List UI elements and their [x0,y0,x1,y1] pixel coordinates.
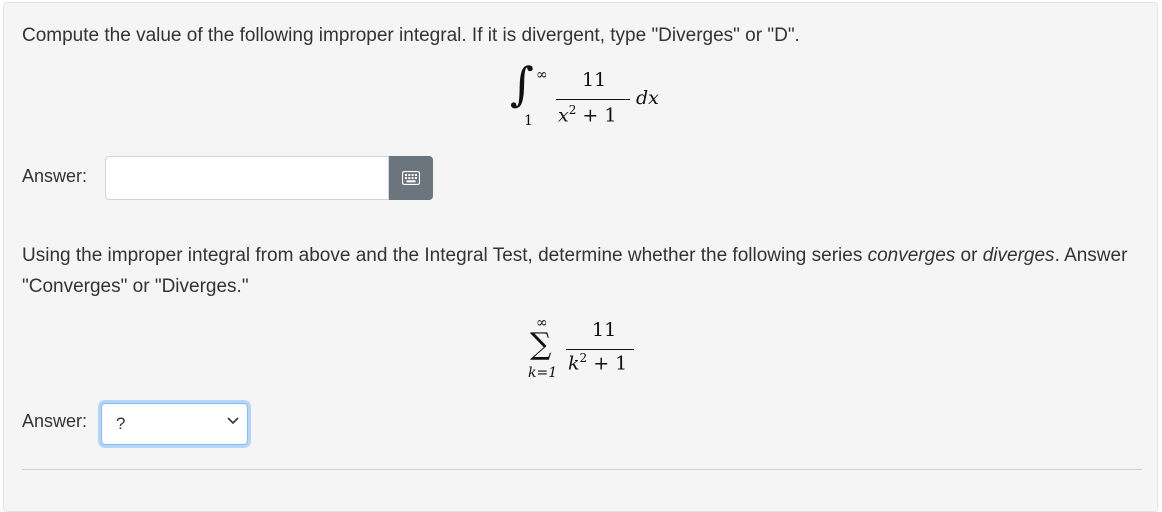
series-numerator: 11 [592,319,617,341]
question2-text-2: or [955,245,983,266]
keyboard-icon [402,171,420,185]
answer1-input[interactable] [105,156,389,200]
question1-prompt: Compute the value of the following impro… [22,25,800,46]
question2-emphasis-diverges: diverges [982,245,1055,266]
integral-differential: dx [636,87,659,109]
denominator-rest: + 1 [576,104,617,127]
answer2-label: Answer: [22,411,88,431]
series-fraction-bar [566,349,634,350]
keypad-button[interactable] [389,156,433,200]
integral-numerator: 11 [582,69,607,91]
answer1-label: Answer: [22,166,88,186]
chevron-down-icon [227,417,239,425]
fraction-bar [556,99,630,100]
question2-text-1: Using the improper integral from above a… [22,245,868,266]
series-denominator-base: k [568,352,580,375]
integral-upper-limit: ∞ [536,67,548,83]
divider [22,469,1142,470]
series-denominator: k2 + 1 [568,351,627,374]
integral-formula: ∫ ∞ 1 11 x2 + 1 dx [510,57,680,135]
integral-sign: ∫ [510,57,534,111]
integral-denominator: x2 + 1 [558,103,616,126]
question-panel: Compute the value of the following impro… [3,2,1158,512]
denominator-base: x [558,104,569,127]
integral-lower-limit: 1 [524,113,533,129]
select-value: ? [116,414,126,433]
sum-lower-limit: k=1 [528,365,558,381]
answer2-select[interactable]: ? [101,403,248,445]
series-formula: ∞ ∑ k=1 11 k2 + 1 [524,315,664,385]
series-denominator-exponent: 2 [579,351,588,365]
question2-prompt: Using the improper integral from above a… [22,240,1142,302]
sigma-sign: ∑ [530,327,552,362]
series-denominator-rest: + 1 [587,352,628,375]
question2-emphasis-converges: converges [867,245,956,266]
